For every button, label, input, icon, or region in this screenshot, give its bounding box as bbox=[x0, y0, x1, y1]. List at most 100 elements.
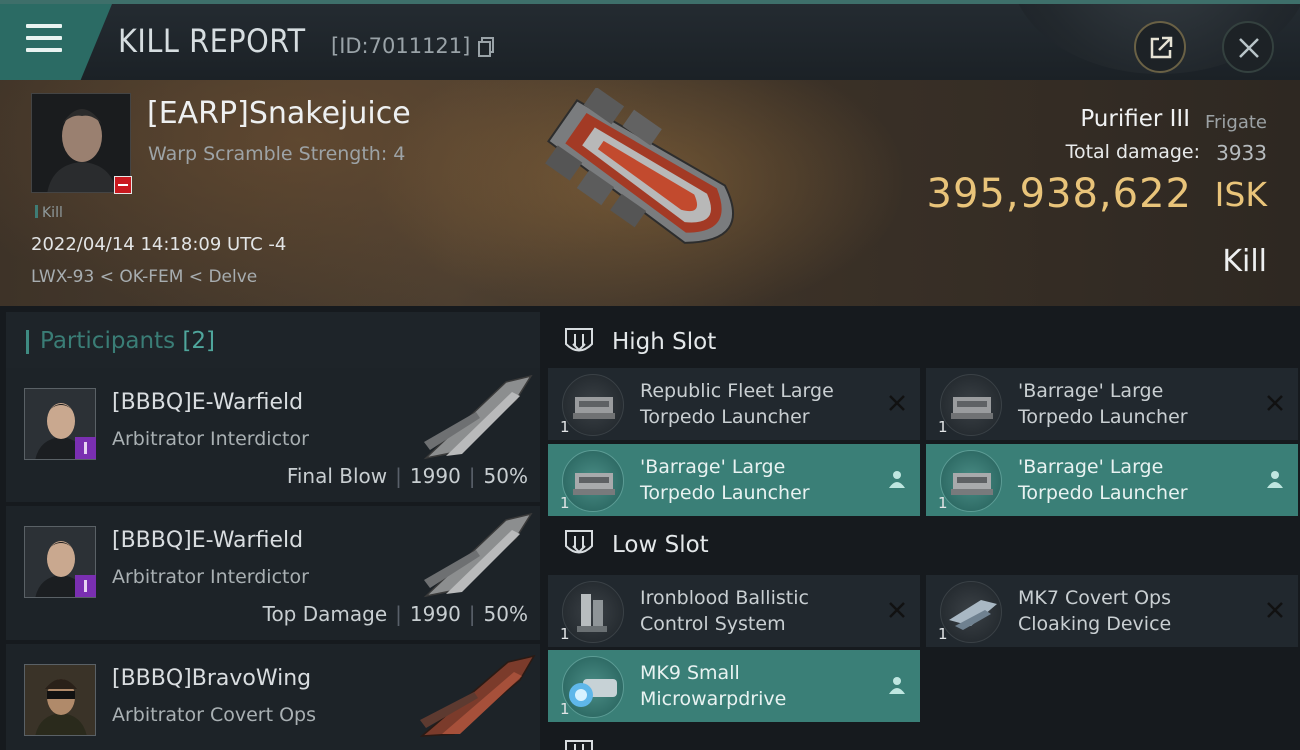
torpedo-launcher-icon bbox=[940, 374, 1002, 436]
low-slot-title: Low Slot bbox=[612, 532, 709, 558]
total-damage-value: 3933 bbox=[1216, 141, 1267, 165]
module-quantity: 1 bbox=[560, 494, 570, 512]
microwarpdrive-icon bbox=[562, 656, 624, 718]
module-name: Ironblood Ballistic bbox=[640, 587, 809, 609]
module-name: 'Barrage' Large bbox=[1018, 456, 1164, 478]
close-icon bbox=[1239, 38, 1259, 58]
isk-value: 395,938,622 bbox=[926, 171, 1192, 217]
module-quantity: 1 bbox=[560, 625, 570, 643]
module-item[interactable]: 1 Ironblood Ballistic Control System bbox=[548, 575, 920, 647]
warp-scramble-strength: Warp Scramble Strength: 4 bbox=[148, 143, 406, 165]
participants-panel: Participants [2] [BBBQ]E-Warfield Arbitr… bbox=[0, 306, 542, 750]
module-name: Torpedo Launcher bbox=[640, 482, 810, 504]
participants-header: Participants [2] bbox=[6, 312, 540, 370]
close-button[interactable] bbox=[1222, 21, 1274, 73]
kill-banner: [EARP]Snakejuice Warp Scramble Strength:… bbox=[0, 80, 1300, 306]
module-item[interactable]: 1 'Barrage' Large Torpedo Launcher bbox=[926, 444, 1298, 516]
module-quantity: 1 bbox=[938, 418, 948, 436]
corp-badge bbox=[75, 575, 96, 597]
kill-id: [ID:7011121] bbox=[331, 34, 471, 58]
torpedo-launcher-icon bbox=[562, 450, 624, 512]
participant-row[interactable]: [BBBQ]E-Warfield Arbitrator Interdictor … bbox=[6, 506, 540, 640]
avatar[interactable] bbox=[24, 664, 96, 736]
participant-row[interactable]: [BBBQ]BravoWing Arbitrator Covert Ops bbox=[6, 644, 540, 750]
participant-ship-image bbox=[423, 512, 533, 598]
destroyed-icon bbox=[889, 395, 905, 411]
kill-result: Kill bbox=[1222, 244, 1267, 279]
ballistic-control-icon bbox=[562, 581, 624, 643]
victim-name[interactable]: [EARP]Snakejuice bbox=[147, 96, 411, 131]
dropped-icon bbox=[889, 471, 905, 488]
participant-percent: 50% bbox=[483, 602, 528, 626]
torpedo-launcher-icon bbox=[562, 374, 624, 436]
slot-icon bbox=[565, 328, 593, 352]
fitting-panel: High Slot 1 Republic Fleet Large Torpedo … bbox=[542, 306, 1300, 750]
destroyed-icon bbox=[889, 602, 905, 618]
menu-icon bbox=[26, 24, 62, 52]
participant-role: Final Blow bbox=[286, 464, 388, 488]
high-slot-header: High Slot bbox=[548, 312, 1300, 372]
participant-ship-image bbox=[419, 654, 536, 737]
participants-title: Participants bbox=[40, 328, 176, 354]
participant-role: Top Damage bbox=[262, 602, 388, 626]
module-name: Republic Fleet Large bbox=[640, 380, 834, 402]
torpedo-launcher-icon bbox=[940, 450, 1002, 512]
kill-location[interactable]: LWX-93 < OK-FEM < Delve bbox=[31, 267, 257, 287]
participants-count: [2] bbox=[182, 328, 216, 354]
module-quantity: 1 bbox=[560, 700, 570, 718]
isk-unit: ISK bbox=[1214, 175, 1267, 214]
menu-button[interactable] bbox=[0, 4, 112, 80]
module-name: Torpedo Launcher bbox=[640, 406, 810, 428]
slot-icon bbox=[565, 530, 593, 554]
header-bar: KILL REPORT [ID:7011121] bbox=[0, 0, 1300, 80]
participant-row[interactable]: [BBBQ]E-Warfield Arbitrator Interdictor … bbox=[6, 368, 540, 502]
total-damage-label: Total damage: bbox=[1065, 141, 1200, 163]
module-item[interactable]: 1 MK7 Covert Ops Cloaking Device bbox=[926, 575, 1298, 647]
module-name: Cloaking Device bbox=[1018, 613, 1172, 635]
low-slot-header: Low Slot bbox=[548, 518, 1300, 574]
dropped-icon bbox=[889, 677, 905, 694]
module-item[interactable]: 1 'Barrage' Large Torpedo Launcher bbox=[548, 444, 920, 516]
copy-icon[interactable] bbox=[478, 37, 494, 57]
module-quantity: 1 bbox=[560, 418, 570, 436]
share-button[interactable] bbox=[1134, 21, 1186, 73]
participant-name[interactable]: [BBBQ]BravoWing bbox=[112, 666, 311, 691]
participant-damage: 1990 bbox=[409, 464, 461, 488]
participant-ship: Arbitrator Covert Ops bbox=[112, 704, 317, 726]
module-name: Microwarpdrive bbox=[640, 688, 787, 710]
participant-ship: Arbitrator Interdictor bbox=[112, 566, 309, 588]
participant-percent: 50% bbox=[483, 464, 528, 488]
participant-ship-image bbox=[423, 374, 533, 460]
victim-ship-image bbox=[545, 88, 735, 244]
destroyed-icon bbox=[1267, 602, 1283, 618]
module-item[interactable]: 1 MK9 Small Microwarpdrive bbox=[548, 650, 920, 722]
slot-icon bbox=[565, 740, 593, 750]
module-name: 'Barrage' Large bbox=[1018, 380, 1164, 402]
module-name: Torpedo Launcher bbox=[1018, 406, 1188, 428]
standing-badge bbox=[114, 176, 132, 194]
module-name: Torpedo Launcher bbox=[1018, 482, 1188, 504]
dropped-icon bbox=[1267, 471, 1283, 488]
module-name: MK7 Covert Ops bbox=[1018, 587, 1172, 609]
module-quantity: 1 bbox=[938, 625, 948, 643]
module-item[interactable]: 1 'Barrage' Large Torpedo Launcher bbox=[926, 368, 1298, 440]
participant-damage: 1990 bbox=[409, 602, 461, 626]
kill-datetime: 2022/04/14 14:18:09 UTC -4 bbox=[31, 234, 287, 255]
module-item[interactable]: 1 Republic Fleet Large Torpedo Launcher bbox=[548, 368, 920, 440]
high-slot-title: High Slot bbox=[612, 329, 717, 355]
page-title: KILL REPORT bbox=[118, 22, 306, 60]
participant-name[interactable]: [BBBQ]E-Warfield bbox=[112, 528, 303, 553]
participant-ship: Arbitrator Interdictor bbox=[112, 428, 309, 450]
cloaking-device-icon bbox=[940, 581, 1002, 643]
module-name: 'Barrage' Large bbox=[640, 456, 786, 478]
victim-ship-name: Purifier III bbox=[1080, 106, 1190, 132]
destroyed-icon bbox=[1267, 395, 1283, 411]
victim-ship-class: Frigate bbox=[1204, 112, 1267, 133]
share-icon bbox=[1150, 36, 1173, 59]
corp-badge bbox=[75, 437, 96, 459]
module-name: Control System bbox=[640, 613, 786, 635]
module-name: MK9 Small bbox=[640, 662, 740, 684]
kill-tag: Kill bbox=[35, 205, 63, 221]
module-quantity: 1 bbox=[938, 494, 948, 512]
participant-name[interactable]: [BBBQ]E-Warfield bbox=[112, 390, 303, 415]
